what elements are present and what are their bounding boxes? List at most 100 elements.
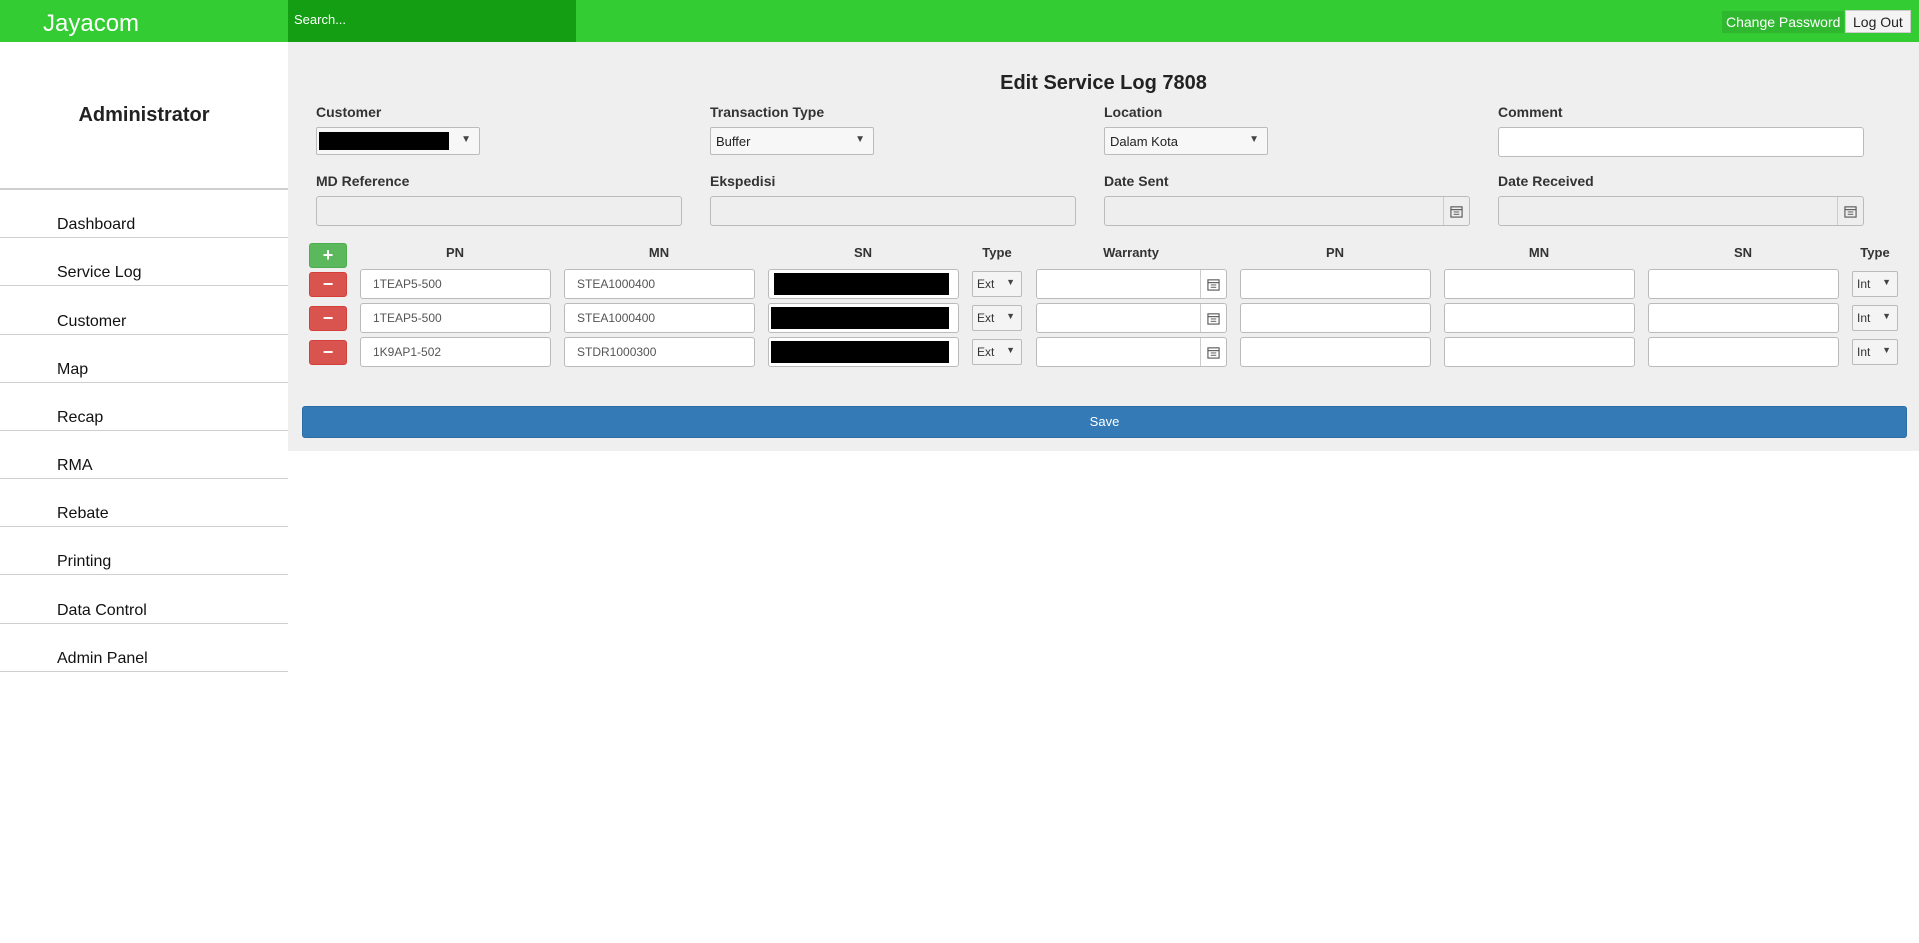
calendar-icon[interactable] — [1443, 197, 1469, 225]
date-received-input[interactable] — [1498, 196, 1864, 226]
type-value: Int — [1857, 345, 1871, 359]
calendar-icon[interactable] — [1200, 304, 1226, 332]
calendar-icon[interactable] — [1837, 197, 1863, 225]
pn-replacement-input[interactable] — [1240, 303, 1431, 333]
logout-button[interactable]: Log Out — [1845, 10, 1911, 33]
page-title: Edit Service Log 7808 — [1000, 72, 1207, 94]
sn-input[interactable] — [768, 337, 959, 367]
pn-input[interactable]: 1TEAP5-500 — [360, 303, 551, 333]
ekspedisi-label: Ekspedisi — [710, 173, 776, 189]
sn-replacement-input[interactable] — [1648, 337, 1839, 367]
brand-logo[interactable]: Jayacom — [43, 10, 139, 38]
pn-replacement-input[interactable] — [1240, 269, 1431, 299]
column-header-type-replacement: Type — [1860, 245, 1890, 260]
sidebar-item-label: Dashboard — [57, 216, 136, 233]
top-navbar: Jayacom Search... Change Password Log Ou… — [0, 0, 1919, 42]
remove-row-button[interactable]: − — [309, 272, 347, 297]
sidebar-item-label: Admin Panel — [57, 650, 148, 667]
column-header-sn-replacement: SN — [1733, 245, 1753, 260]
pn-replacement-input[interactable] — [1240, 337, 1431, 367]
sidebar-item-rma[interactable]: RMA — [0, 431, 288, 479]
date-sent-label: Date Sent — [1104, 173, 1169, 189]
type-value: Ext — [977, 311, 995, 325]
mn-input[interactable]: STEA1000400 — [564, 269, 755, 299]
sn-replacement-input[interactable] — [1648, 269, 1839, 299]
redacted-customer — [319, 132, 449, 150]
remove-row-button[interactable]: − — [309, 340, 347, 365]
mn-replacement-input[interactable] — [1444, 269, 1635, 299]
type-value: Ext — [977, 277, 995, 291]
column-header-warranty: Warranty — [1103, 245, 1159, 260]
chevron-down-icon: ▼ — [855, 134, 865, 145]
chevron-down-icon: ▼ — [1006, 277, 1015, 287]
mn-input[interactable]: STEA1000400 — [564, 303, 755, 333]
comment-input[interactable] — [1498, 127, 1864, 157]
sidebar-item-printing[interactable]: Printing — [0, 527, 288, 575]
remove-row-button[interactable]: − — [309, 306, 347, 331]
sn-input[interactable] — [768, 269, 959, 299]
warranty-input[interactable] — [1036, 269, 1227, 299]
pn-input[interactable]: 1K9AP1-502 — [360, 337, 551, 367]
type-value: Int — [1857, 277, 1871, 291]
sidebar-item-service-log[interactable]: Service Log — [0, 238, 288, 286]
customer-label: Customer — [316, 104, 382, 120]
column-header-mn-replacement: MN — [1528, 245, 1550, 260]
location-label: Location — [1104, 104, 1163, 120]
sidebar-item-label: Recap — [57, 409, 104, 426]
sidebar: Administrator Dashboard Service Log Cust… — [0, 42, 288, 943]
date-received-label: Date Received — [1498, 173, 1594, 189]
sidebar-item-label: Service Log — [57, 264, 142, 281]
warranty-input[interactable] — [1036, 337, 1227, 367]
type-select[interactable]: Ext ▼ — [972, 305, 1022, 331]
sidebar-item-label: Data Control — [57, 602, 147, 619]
calendar-icon[interactable] — [1200, 270, 1226, 298]
warranty-input[interactable] — [1036, 303, 1227, 333]
chevron-down-icon: ▼ — [1882, 277, 1891, 287]
sidebar-item-recap[interactable]: Recap — [0, 383, 288, 431]
sidebar-item-customer[interactable]: Customer — [0, 287, 288, 335]
redacted-sn — [771, 341, 949, 363]
chevron-down-icon: ▼ — [1006, 311, 1015, 321]
sidebar-item-map[interactable]: Map — [0, 335, 288, 383]
type-replacement-select[interactable]: Int ▼ — [1852, 339, 1898, 365]
location-value: Dalam Kota — [1110, 134, 1178, 149]
type-replacement-select[interactable]: Int ▼ — [1852, 305, 1898, 331]
type-select[interactable]: Ext ▼ — [972, 339, 1022, 365]
column-header-type: Type — [982, 245, 1012, 260]
type-value: Ext — [977, 345, 995, 359]
sidebar-item-label: Rebate — [57, 505, 109, 522]
sn-input[interactable] — [768, 303, 959, 333]
redacted-sn — [771, 307, 949, 329]
transaction-type-select[interactable]: Buffer ▼ — [710, 127, 874, 155]
calendar-icon[interactable] — [1200, 338, 1226, 366]
mn-replacement-input[interactable] — [1444, 337, 1635, 367]
mn-input[interactable]: STDR1000300 — [564, 337, 755, 367]
chevron-down-icon: ▼ — [1882, 345, 1891, 355]
date-sent-input[interactable] — [1104, 196, 1470, 226]
sidebar-item-label: Map — [57, 361, 89, 378]
pn-input[interactable]: 1TEAP5-500 — [360, 269, 551, 299]
type-value: Int — [1857, 311, 1871, 325]
add-row-button[interactable]: + — [309, 243, 347, 268]
chevron-down-icon: ▼ — [1249, 134, 1259, 145]
location-select[interactable]: Dalam Kota ▼ — [1104, 127, 1268, 155]
sidebar-item-dashboard[interactable]: Dashboard — [0, 190, 288, 238]
chevron-down-icon: ▼ — [1006, 345, 1015, 355]
save-button[interactable]: Save — [302, 406, 1907, 438]
md-reference-input[interactable] — [316, 196, 682, 226]
sidebar-item-admin-panel[interactable]: Admin Panel — [0, 624, 288, 672]
sidebar-item-label: Printing — [57, 553, 112, 570]
mn-replacement-input[interactable] — [1444, 303, 1635, 333]
ekspedisi-input[interactable] — [710, 196, 1076, 226]
sidebar-item-rebate[interactable]: Rebate — [0, 479, 288, 527]
customer-select[interactable]: ▼ — [316, 127, 480, 155]
change-password-button[interactable]: Change Password — [1722, 11, 1845, 33]
comment-label: Comment — [1498, 104, 1563, 120]
search-input[interactable]: Search... — [288, 0, 576, 42]
type-select[interactable]: Ext ▼ — [972, 271, 1022, 297]
sn-replacement-input[interactable] — [1648, 303, 1839, 333]
type-replacement-select[interactable]: Int ▼ — [1852, 271, 1898, 297]
sidebar-item-label: RMA — [57, 457, 93, 474]
transaction-type-value: Buffer — [716, 134, 751, 149]
sidebar-item-data-control[interactable]: Data Control — [0, 576, 288, 624]
